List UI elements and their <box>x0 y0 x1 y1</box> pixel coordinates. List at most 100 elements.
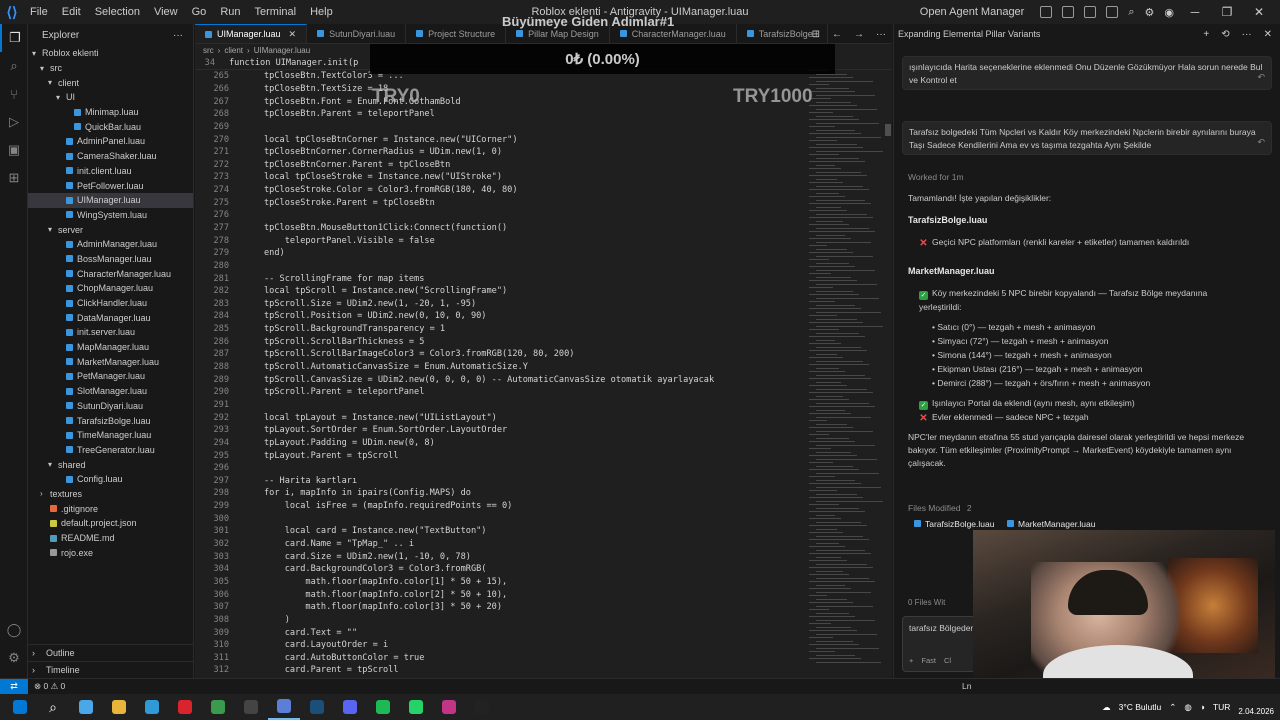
file-item[interactable]: MapManager.luau <box>28 340 193 355</box>
file-item[interactable]: rojo.exe <box>28 545 193 560</box>
file-item[interactable]: AdminManager.luau <box>28 237 193 252</box>
language-indicator[interactable]: TUR <box>1213 702 1230 712</box>
code-line[interactable]: 271 tpCloseBtnCorner.CornerRadius = UDim.… <box>195 146 805 159</box>
taskbar-app[interactable] <box>4 694 36 720</box>
folder-item[interactable]: ▾ server <box>28 222 193 237</box>
code-line[interactable]: 275 tpCloseStroke.Parent = tpCloseBtn <box>195 196 805 209</box>
chat-control[interactable]: Fast <box>921 656 936 665</box>
code-line[interactable]: 298 for i, mapInfo in ipairs(Config.MAPS)… <box>195 487 805 500</box>
code-line[interactable]: 266 tpCloseBtn.TextSize = 18 <box>195 83 805 96</box>
code-line[interactable]: 280 <box>195 260 805 273</box>
modified-file-link[interactable]: MarketManager.luau <box>1007 519 1096 529</box>
weather-icon[interactable]: ☁ <box>1102 702 1111 713</box>
search-icon[interactable]: ⌕ <box>1128 6 1134 19</box>
taskbar-app[interactable] <box>70 694 102 720</box>
volume-icon[interactable]: ◑ <box>1200 702 1205 712</box>
taskbar-app[interactable] <box>400 694 432 720</box>
editor-tab[interactable]: SutunDiyari.luau <box>307 24 407 43</box>
file-item[interactable]: TreeGenerator.luau <box>28 443 193 458</box>
code-line[interactable]: 302 card.Name = "TpMap_" .. i <box>195 538 805 551</box>
code-line[interactable]: 281 -- ScrollingFrame for map items <box>195 272 805 285</box>
file-item[interactable]: PetFollower.luau <box>28 178 193 193</box>
breadcrumb-item[interactable]: src <box>203 46 214 55</box>
code-line[interactable]: 277 tpCloseBtn.MouseButton1Click:Connect(… <box>195 222 805 235</box>
sidebar-toggle-icon[interactable] <box>1062 6 1075 18</box>
file-item[interactable]: Minimap.luau <box>28 105 193 120</box>
chat-control[interactable]: + <box>909 656 913 665</box>
code-line[interactable]: 286 tpScroll.ScrollBarThickness = 5 <box>195 335 805 348</box>
user-message[interactable]: Tarafsız bolgedeki Tüm Npcleri vs Kaldır… <box>902 121 1272 155</box>
file-item[interactable]: .gitignore <box>28 501 193 516</box>
file-item[interactable]: init.client.luau <box>28 164 193 179</box>
remote-indicator-icon[interactable]: ⇄ <box>0 678 28 695</box>
folder-item[interactable]: ▾ Roblox eklenti <box>28 46 193 61</box>
problems-count[interactable]: ⊗ 0 ⚠ 0 <box>28 681 65 692</box>
editor-tab[interactable]: UIManager.luau ✕ <box>195 24 308 43</box>
taskbar-app[interactable] <box>466 694 498 720</box>
run-debug-icon[interactable]: ▷ <box>0 108 28 136</box>
account-icon[interactable]: ◯ <box>0 616 28 644</box>
taskbar-app[interactable] <box>136 694 168 720</box>
clock[interactable]: 2.04.2026 <box>1238 697 1274 717</box>
file-item[interactable]: UIManager.luau <box>28 192 193 208</box>
gear-icon[interactable]: ⚙ <box>0 644 28 672</box>
forward-icon[interactable]: → <box>854 29 864 40</box>
code-line[interactable]: 276 <box>195 209 805 222</box>
code-line[interactable]: 312 card.Parent = tpScroll <box>195 664 805 677</box>
file-item[interactable]: init.server.luau <box>28 325 193 340</box>
code-line[interactable]: 291 <box>195 399 805 412</box>
taskbar-app[interactable] <box>433 694 465 720</box>
code-line[interactable]: 272 tpCloseBtnCorner.Parent = tpCloseBtn <box>195 158 805 171</box>
code-line[interactable]: 282 local tpScroll = Instance.new("Scroll… <box>195 285 805 298</box>
code-line[interactable]: 308 ) <box>195 614 805 627</box>
editor-scrollbar[interactable] <box>885 124 891 136</box>
taskbar-app[interactable] <box>103 694 135 720</box>
code-line[interactable]: 305 math.floor(mapInfo.color[1] * 50 + 1… <box>195 576 805 589</box>
file-item[interactable]: CameraShaker.luau <box>28 149 193 164</box>
code-line[interactable]: 292 local tpLayout = Instance.new("UIList… <box>195 411 805 424</box>
file-item[interactable]: AdminPanel.luau <box>28 134 193 149</box>
code-line[interactable]: 284 tpScroll.Position = UDim2.new(0, 10, … <box>195 310 805 323</box>
code-line[interactable]: 289 tpScroll.CanvasSize = UDim2.new(0, 0,… <box>195 373 805 386</box>
code-line[interactable]: 288 tpScroll.AutomaticCanvasSize = Enum.A… <box>195 361 805 374</box>
history-icon[interactable]: ⟲ <box>1221 29 1229 40</box>
code-line[interactable]: 309 card.Text = "" <box>195 626 805 639</box>
more-icon[interactable]: ··· <box>876 29 886 40</box>
layout-icon[interactable] <box>1040 6 1053 18</box>
file-item[interactable]: QuickBar.luau <box>28 119 193 134</box>
taskbar-app[interactable] <box>367 694 399 720</box>
settings-icon[interactable]: ⚙ <box>1145 6 1155 19</box>
code-line[interactable]: 296 <box>195 462 805 475</box>
file-item[interactable]: SlotManager.luau <box>28 384 193 399</box>
folder-item[interactable]: ▾ UI <box>28 90 193 105</box>
code-line[interactable]: 303 card.Size = UDim2.new(1, -10, 0, 78) <box>195 550 805 563</box>
open-agent-manager-button[interactable]: Open Agent Manager <box>920 6 1025 18</box>
code-line[interactable]: 278 teleportPanel.Visible = false <box>195 234 805 247</box>
worked-time[interactable]: Worked for 1m <box>908 171 1248 184</box>
code-line[interactable]: 293 tpLayout.SortOrder = Enum.SortOrder.L… <box>195 424 805 437</box>
code-line[interactable]: 301 local card = Instance.new("TextButto… <box>195 525 805 538</box>
restore-icon[interactable]: ❐ <box>1216 5 1238 19</box>
code-line[interactable]: 294 tpLayout.Padding = UDim.new(0, 8) <box>195 437 805 450</box>
cursor-position[interactable]: Ln <box>962 681 971 691</box>
extensions-icon[interactable]: ⊞ <box>0 164 28 192</box>
menu-item-file[interactable]: File <box>24 6 54 18</box>
code-line[interactable]: 274 tpCloseStroke.Color = Color3.fromRGB(… <box>195 184 805 197</box>
modified-file-link[interactable]: TarafsizBolge.luau <box>914 519 994 529</box>
code-line[interactable]: 287 tpScroll.ScrollBarImageColor3 = Color… <box>195 348 805 361</box>
breadcrumb-item[interactable]: client <box>224 46 243 55</box>
back-icon[interactable]: ← <box>832 29 842 40</box>
file-item[interactable]: ClickHandler.luau <box>28 296 193 311</box>
code-line[interactable]: 311 card.AutoButtonColor = true <box>195 651 805 664</box>
file-item[interactable]: ChopManager.luau <box>28 281 193 296</box>
file-item[interactable]: Config.luau <box>28 472 193 487</box>
taskbar-app[interactable] <box>268 694 300 720</box>
file-item[interactable]: WingSystem.luau <box>28 208 193 223</box>
close-tab-icon[interactable]: ✕ <box>289 29 297 40</box>
folder-item[interactable]: › textures <box>28 487 193 502</box>
more-icon[interactable]: ··· <box>1242 29 1252 40</box>
secondary-sidebar-icon[interactable] <box>1106 6 1119 18</box>
undo-icon[interactable]: ↶ <box>1257 136 1265 149</box>
file-item[interactable]: MarketManager.luau <box>28 354 193 369</box>
user-message[interactable]: ışınlayıcıda Harita seçeneklerine eklenm… <box>902 56 1272 90</box>
